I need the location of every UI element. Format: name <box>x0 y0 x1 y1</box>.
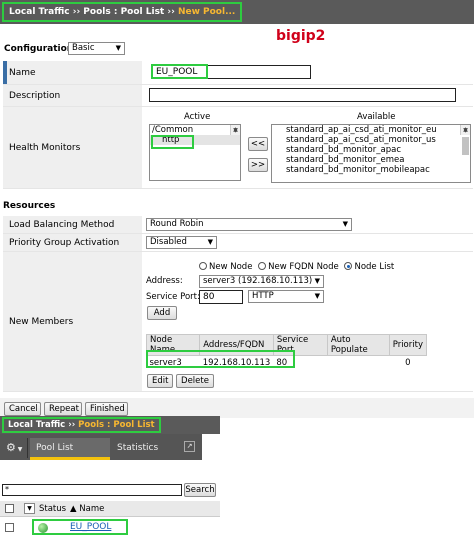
address-select[interactable]: server3 (192.168.10.113) ▼ <box>199 275 324 288</box>
chevron-down-icon: ▼ <box>314 292 320 300</box>
name-label: Name <box>3 61 142 84</box>
breadcrumb-pool-list[interactable]: Pools : Pool List <box>83 7 164 17</box>
column-header-priority: Priority <box>388 334 428 356</box>
breadcrumb-current: Pools : Pool List <box>78 420 155 430</box>
pool-name-link[interactable]: EU_POOL <box>70 522 111 532</box>
member-priority: 0 <box>405 357 411 368</box>
add-member-button[interactable]: Add <box>147 306 177 320</box>
list-item[interactable]: /Common <box>150 125 240 135</box>
node-type-radios: New Node New FQDN Node Node List <box>199 262 394 272</box>
list-item[interactable]: standard_bd_monitor_apac <box>272 145 470 155</box>
gear-icon[interactable]: ⚙ ▼ <box>2 438 28 458</box>
configuration-label: Configuration: <box>4 44 77 54</box>
scrollbar[interactable]: ▲ ▼ <box>230 125 240 135</box>
member-auto-populate <box>327 356 389 370</box>
list-item[interactable]: standard_bd_monitor_mobileapac <box>272 165 470 175</box>
health-monitors-row: Health Monitors Active Available /Common… <box>3 107 473 189</box>
tab-pool-list[interactable]: Pool List <box>30 438 110 460</box>
repeat-button[interactable]: Repeat <box>44 402 82 416</box>
service-port-protocol-select[interactable]: HTTP ▼ <box>248 290 324 303</box>
radio-node-list[interactable] <box>344 262 353 270</box>
radio-new-node[interactable] <box>199 262 207 270</box>
edit-member-button[interactable]: Edit <box>147 374 173 388</box>
column-header-auto-populate: Auto Populate <box>326 334 390 356</box>
select-all-checkbox[interactable] <box>5 504 14 513</box>
name-row: Name EU_POOL <box>3 61 473 85</box>
chevron-down-icon: ▼ <box>342 220 348 228</box>
delete-member-button[interactable]: Delete <box>176 374 214 388</box>
lb-method-row: Load Balancing Method Round Robin ▼ <box>3 216 473 234</box>
scroll-down-icon[interactable]: ▼ <box>461 126 470 135</box>
configuration-select[interactable]: Basic ▼ <box>68 42 125 55</box>
pool-table-header: ▼ Status ▲ Name <box>0 501 220 517</box>
column-header-status[interactable]: Status <box>39 504 66 514</box>
breadcrumb: Local Traffic ›› Pools : Pool List <box>2 417 161 433</box>
device-annotation: bigip2 <box>276 28 326 44</box>
external-link-icon[interactable]: ↗ <box>184 441 195 452</box>
new-members-label: New Members <box>3 252 142 391</box>
priority-group-select[interactable]: Disabled ▼ <box>146 236 217 249</box>
search-input[interactable]: * <box>2 484 182 496</box>
list-item[interactable]: standard_bd_monitor_emea <box>272 155 470 165</box>
sort-dropdown-icon[interactable]: ▼ <box>24 503 35 514</box>
scrollbar[interactable]: ▲ ▼ <box>460 125 470 155</box>
breadcrumb-separator: ›› <box>72 7 81 17</box>
address-label: Address: <box>146 276 183 286</box>
sort-ascending-icon: ▲ <box>70 504 77 514</box>
scroll-down-icon[interactable]: ▼ <box>231 126 240 135</box>
service-port-label: Service Port: <box>146 292 200 302</box>
service-port-input[interactable]: 80 <box>199 290 243 304</box>
description-label: Description <box>3 85 142 106</box>
breadcrumb-separator: ›› <box>68 420 76 430</box>
priority-group-label: Priority Group Activation <box>3 234 142 251</box>
new-members-row: New Members New Node New FQDN Node Node … <box>3 252 473 392</box>
radio-new-fqdn-node[interactable] <box>258 262 267 270</box>
list-item[interactable]: standard_ap_ai_csd_ati_monitor_eu <box>272 125 470 135</box>
column-header-name[interactable]: ▲ Name <box>70 504 104 514</box>
status-available-icon <box>38 523 48 533</box>
tab-statistics[interactable]: Statistics ↗ <box>111 438 199 460</box>
chevron-down-icon: ▼ <box>207 238 213 246</box>
lb-method-label: Load Balancing Method <box>3 216 142 233</box>
pool-tabs: ⚙ ▼ Pool List Statistics ↗ <box>0 434 202 460</box>
move-left-button[interactable]: << <box>248 137 268 151</box>
available-header: Available <box>357 112 396 122</box>
description-input[interactable] <box>149 88 456 102</box>
priority-group-row: Priority Group Activation Disabled ▼ <box>3 234 473 252</box>
scrollbar-thumb[interactable] <box>462 137 469 155</box>
top-breadcrumb-bar: Local Traffic ›› Pools : Pool List ›› Ne… <box>0 0 474 24</box>
row-checkbox[interactable] <box>5 523 14 532</box>
active-header: Active <box>184 112 211 122</box>
lb-method-select[interactable]: Round Robin ▼ <box>146 218 352 231</box>
table-row[interactable]: EU_POOL <box>0 518 220 536</box>
chevron-down-icon: ▼ <box>115 44 121 52</box>
chevron-down-icon: ▼ <box>314 277 320 285</box>
breadcrumb-current: New Pool... <box>177 7 236 17</box>
breadcrumb: Local Traffic ›› Pools : Pool List ›› Ne… <box>2 2 243 22</box>
configuration-value: Basic <box>72 43 95 53</box>
description-row: Description <box>3 85 473 107</box>
breadcrumb-separator: ›› <box>167 7 175 17</box>
cancel-button[interactable]: Cancel <box>4 402 41 416</box>
active-monitors-list[interactable]: /Common http ▲ ▼ <box>149 124 241 181</box>
name-input-value: EU_POOL <box>151 64 208 79</box>
search-button[interactable]: Search <box>184 483 216 497</box>
required-indicator <box>3 61 7 84</box>
member-highlight <box>146 350 295 368</box>
breadcrumb-section[interactable]: Local Traffic <box>8 420 65 430</box>
breadcrumb-section[interactable]: Local Traffic <box>9 7 70 17</box>
finished-button[interactable]: Finished <box>85 402 128 416</box>
move-right-button[interactable]: >> <box>248 158 268 172</box>
health-monitors-label: Health Monitors <box>3 107 142 188</box>
pool-list-breadcrumb-bar: Local Traffic ›› Pools : Pool List <box>0 416 220 434</box>
active-selection-highlight <box>151 135 194 149</box>
resources-heading: Resources <box>3 201 56 211</box>
list-item[interactable]: standard_ap_ai_csd_ati_monitor_us <box>272 135 470 145</box>
available-monitors-list[interactable]: standard_ap_ai_csd_ati_monitor_eu standa… <box>271 124 471 183</box>
